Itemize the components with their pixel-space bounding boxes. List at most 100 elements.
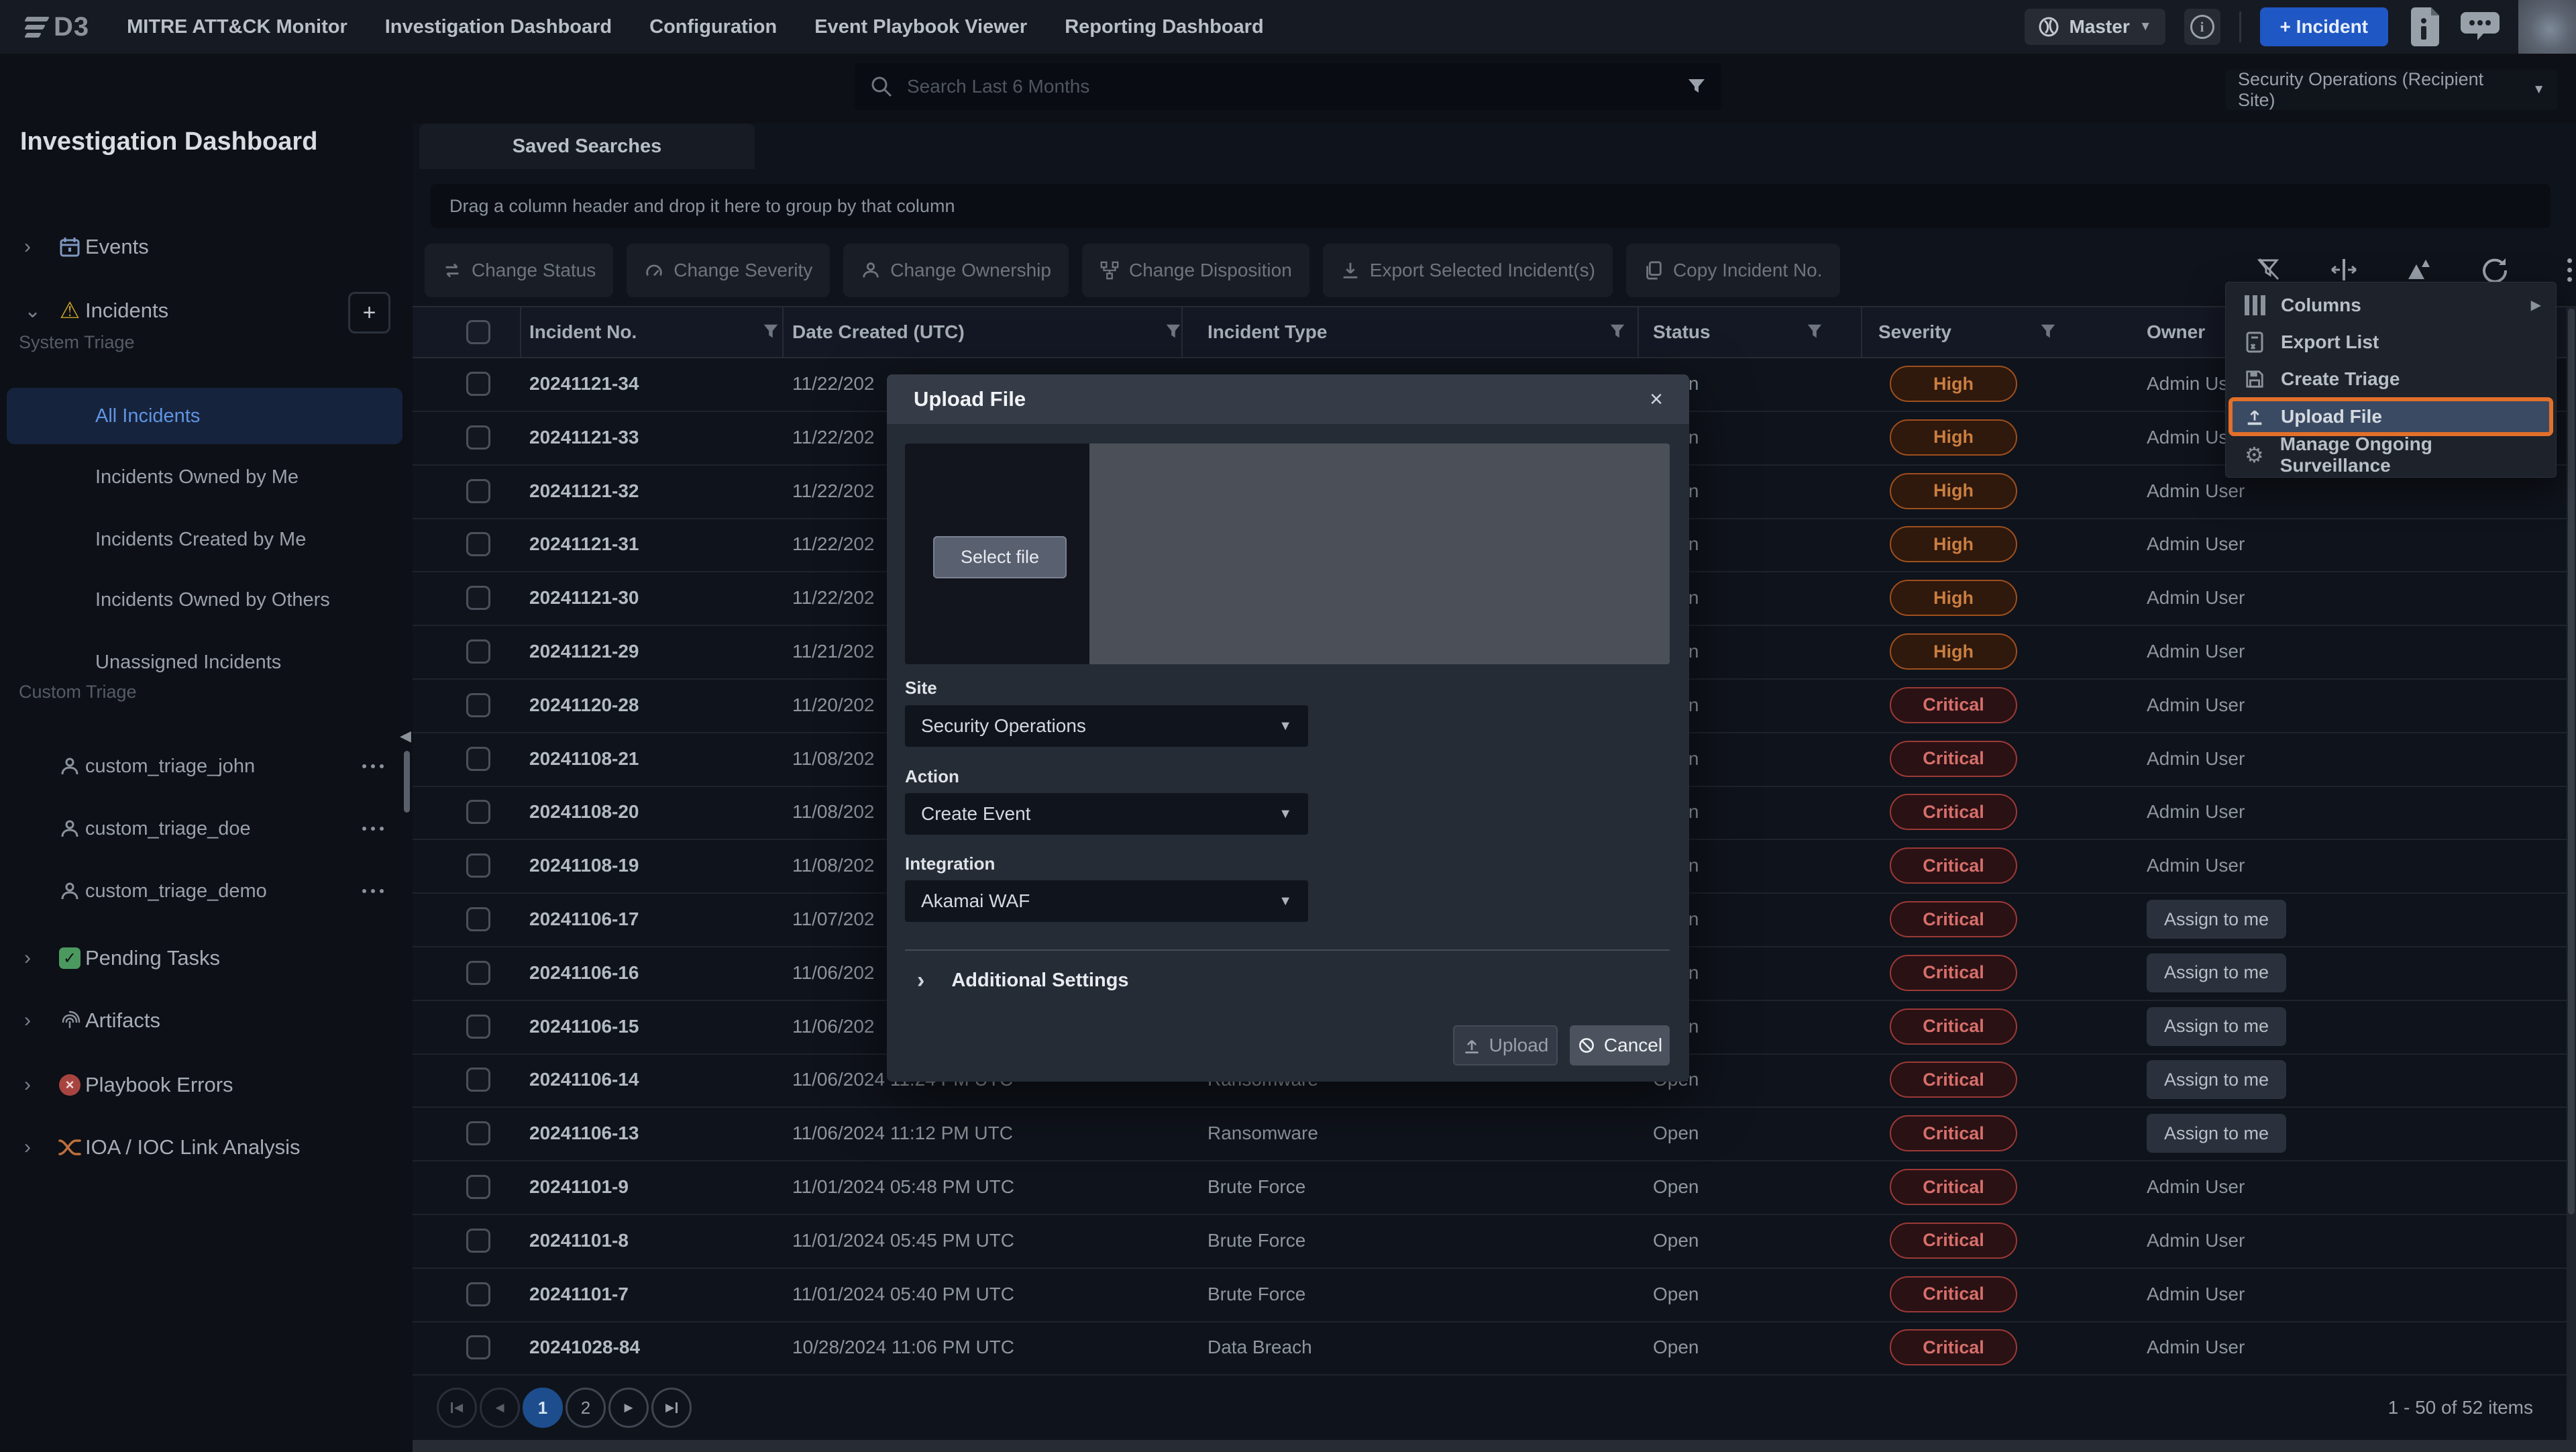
- menu-item-manage-ongoing-surveillance[interactable]: ⚙Manage Ongoing Surveillance: [2226, 436, 2556, 473]
- sidebar-item-incidents-created-by-me[interactable]: Incidents Created by Me: [0, 511, 413, 568]
- assign-to-me-button[interactable]: Assign to me: [2147, 1114, 2286, 1153]
- more-options-icon[interactable]: [362, 827, 384, 831]
- filter-icon[interactable]: [2039, 322, 2057, 341]
- col-status[interactable]: Status: [1653, 307, 1711, 357]
- add-triage-button[interactable]: +: [348, 292, 390, 333]
- row-checkbox[interactable]: [466, 1335, 490, 1359]
- row-checkbox[interactable]: [466, 1121, 490, 1145]
- chevron-icon[interactable]: ›: [24, 1009, 31, 1032]
- row-checkbox[interactable]: [466, 693, 490, 717]
- chevron-icon[interactable]: ⌄: [24, 299, 41, 323]
- sidebar-item-incidents-owned-by-others[interactable]: Incidents Owned by Others: [0, 572, 413, 628]
- assign-to-me-button[interactable]: Assign to me: [2147, 1060, 2286, 1099]
- sidebar-item-all-incidents[interactable]: All Incidents: [0, 388, 413, 444]
- row-checkbox[interactable]: [466, 747, 490, 771]
- tab-saved-searches[interactable]: Saved Searches: [419, 123, 755, 169]
- menu-item-export-list[interactable]: Export List: [2226, 323, 2556, 360]
- nav-configuration[interactable]: Configuration: [649, 16, 777, 38]
- row-checkbox[interactable]: [466, 1282, 490, 1306]
- more-options-icon[interactable]: [362, 764, 384, 768]
- table-vertical-scrollbar[interactable]: [2567, 306, 2576, 1452]
- sidebar-item-custom-triage-john[interactable]: custom_triage_john: [0, 738, 413, 794]
- sidebar-item-artifacts[interactable]: ›Artifacts: [0, 992, 413, 1049]
- col-incident-no[interactable]: Incident No.: [529, 307, 637, 357]
- col-date-created[interactable]: Date Created (UTC): [792, 307, 965, 357]
- row-checkbox[interactable]: [466, 479, 490, 503]
- sidebar-item-incidents[interactable]: ⌄⚠Incidents+: [0, 282, 413, 339]
- upload-button[interactable]: Upload: [1453, 1025, 1558, 1066]
- row-checkbox[interactable]: [466, 853, 490, 878]
- assign-to-me-button[interactable]: Assign to me: [2147, 953, 2286, 992]
- export-selected-incident-s-button[interactable]: Export Selected Incident(s): [1323, 244, 1613, 297]
- row-checkbox[interactable]: [466, 586, 490, 610]
- instance-selector[interactable]: Master ▼: [2025, 9, 2165, 45]
- chat-icon[interactable]: [2461, 9, 2500, 44]
- nav-event-playbook-viewer[interactable]: Event Playbook Viewer: [814, 16, 1027, 38]
- nav-investigation-dashboard[interactable]: Investigation Dashboard: [385, 16, 612, 38]
- table-horizontal-scrollbar[interactable]: [413, 1440, 2576, 1452]
- sidebar-item-incidents-owned-by-me[interactable]: Incidents Owned by Me: [0, 449, 413, 505]
- row-checkbox[interactable]: [466, 372, 490, 396]
- menu-item-columns[interactable]: Columns▶: [2226, 287, 2556, 323]
- filter-icon[interactable]: [1164, 322, 1183, 341]
- page-button-2[interactable]: 2: [566, 1388, 606, 1428]
- more-options-icon[interactable]: [2555, 255, 2576, 284]
- clear-filters-icon[interactable]: [2254, 255, 2284, 284]
- col-severity[interactable]: Severity: [1878, 307, 1951, 357]
- sidebar-item-ioa-ioc-link-analysis[interactable]: ›IOA / IOC Link Analysis: [0, 1119, 413, 1176]
- sidebar-item-events[interactable]: ›Events: [0, 219, 413, 275]
- avatar[interactable]: [2518, 0, 2576, 54]
- chevron-icon[interactable]: ›: [24, 947, 31, 970]
- copy-incident-no-button[interactable]: Copy Incident No.: [1626, 244, 1840, 297]
- change-status-button[interactable]: Change Status: [425, 244, 613, 297]
- sidebar-item-custom-triage-doe[interactable]: custom_triage_doe: [0, 800, 413, 857]
- menu-item-upload-file[interactable]: Upload File: [2229, 397, 2553, 436]
- change-disposition-button[interactable]: Change Disposition: [1082, 244, 1309, 297]
- row-checkbox[interactable]: [466, 961, 490, 985]
- release-notes-icon[interactable]: [2407, 6, 2442, 48]
- table-row[interactable]: 20241101-911/01/2024 05:48 PM UTCBrute F…: [413, 1160, 2567, 1215]
- row-checkbox[interactable]: [466, 1175, 490, 1199]
- action-dropdown[interactable]: Create Event▼: [905, 793, 1308, 835]
- resize-columns-icon[interactable]: [2329, 255, 2359, 284]
- menu-item-create-triage[interactable]: Create Triage: [2226, 360, 2556, 397]
- sidebar-item-pending-tasks[interactable]: ›✓Pending Tasks: [0, 930, 413, 986]
- row-checkbox[interactable]: [466, 800, 490, 824]
- nav-mitre-att-ck-monitor[interactable]: MITRE ATT&CK Monitor: [127, 16, 347, 38]
- next-page-button[interactable]: ▶: [608, 1388, 649, 1428]
- table-row[interactable]: 20241101-711/01/2024 05:40 PM UTCBrute F…: [413, 1267, 2567, 1323]
- search-filter-icon[interactable]: [1686, 76, 1707, 97]
- recipient-site-selector[interactable]: Security Operations (Recipient Site) ▼: [2226, 70, 2557, 110]
- col-owner[interactable]: Owner: [2147, 307, 2205, 357]
- filter-icon[interactable]: [1805, 322, 1824, 341]
- change-ownership-button[interactable]: Change Ownership: [843, 244, 1069, 297]
- info-button[interactable]: i: [2184, 9, 2220, 45]
- row-checkbox[interactable]: [466, 907, 490, 931]
- search-input[interactable]: [906, 75, 1686, 98]
- row-checkbox[interactable]: [466, 1229, 490, 1253]
- table-row[interactable]: 20241101-811/01/2024 05:45 PM UTCBrute F…: [413, 1214, 2567, 1269]
- select-file-button[interactable]: Select file: [933, 536, 1067, 578]
- additional-settings-toggle[interactable]: › Additional Settings: [917, 968, 1129, 994]
- sidebar-item-playbook-errors[interactable]: ›×Playbook Errors: [0, 1057, 413, 1113]
- row-checkbox[interactable]: [466, 639, 490, 664]
- last-page-button[interactable]: ▶: [651, 1388, 692, 1428]
- page-button-1[interactable]: 1: [523, 1388, 563, 1428]
- select-all-checkbox[interactable]: [466, 320, 490, 344]
- chevron-icon[interactable]: ›: [24, 236, 31, 258]
- assign-to-me-button[interactable]: Assign to me: [2147, 1007, 2286, 1046]
- table-row[interactable]: 20241106-1311/06/2024 11:12 PM UTCRansom…: [413, 1106, 2567, 1161]
- refresh-icon[interactable]: [2479, 255, 2509, 284]
- sidebar-item-custom-triage-demo[interactable]: custom_triage_demo: [0, 863, 413, 919]
- change-severity-button[interactable]: Change Severity: [627, 244, 830, 297]
- close-icon[interactable]: ×: [1641, 384, 1672, 415]
- file-preview-panel[interactable]: [1089, 444, 1670, 664]
- row-checkbox[interactable]: [466, 1015, 490, 1039]
- nav-reporting-dashboard[interactable]: Reporting Dashboard: [1065, 16, 1263, 38]
- integration-dropdown[interactable]: Akamai WAF▼: [905, 880, 1308, 922]
- sidebar-scrollbar[interactable]: [404, 751, 410, 813]
- new-incident-button[interactable]: + Incident: [2260, 7, 2388, 46]
- group-by-dropzone[interactable]: Drag a column header and drop it here to…: [431, 184, 2551, 228]
- sort-icon[interactable]: [2404, 255, 2434, 284]
- site-dropdown[interactable]: Security Operations▼: [905, 705, 1308, 747]
